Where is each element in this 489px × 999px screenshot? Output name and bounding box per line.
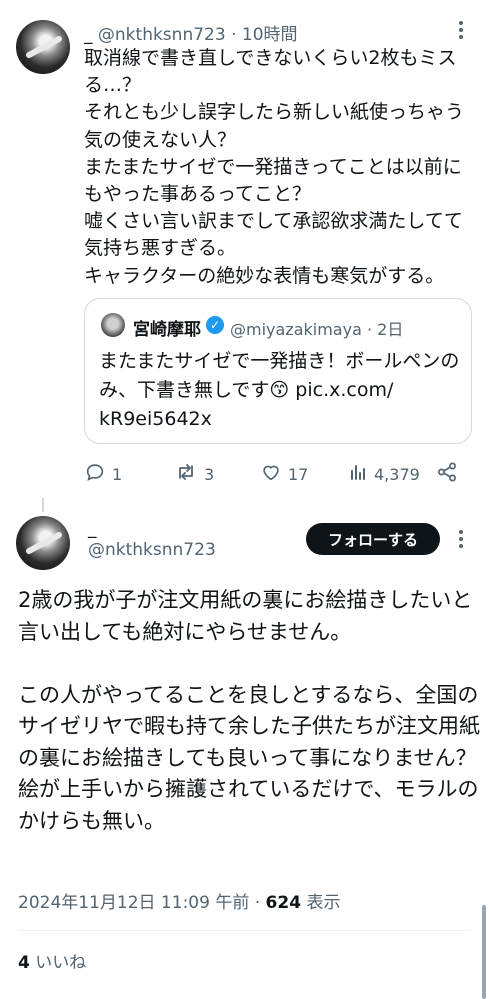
reply-count: 1 [112,464,123,484]
tweet-actions: 1 3 17 4,379 [84,460,464,488]
handle[interactable]: @nkthksnn723 [98,25,226,45]
more-options-icon[interactable] [451,529,471,549]
views-count: 4,379 [374,464,420,484]
reply-button[interactable]: 1 [84,460,122,488]
reply-icon [84,461,106,487]
likes-label: いいね [35,953,87,973]
views-button[interactable]: 4,379 [348,460,420,488]
like-count: 17 [288,464,309,484]
views-label: 表示 [306,893,341,913]
likes-stat[interactable]: 4 いいね [18,948,86,973]
likes-count: 4 [18,953,30,973]
scrollbar[interactable] [482,905,486,999]
more-options-icon[interactable] [451,20,471,40]
tweet-text: 取消線で書き直しできないくらい2枚もミスる…？ それとも少し誤字したら新しい紙使… [84,47,465,287]
avatar[interactable] [16,20,70,74]
quoted-display-name: 宮崎摩耶 [133,320,201,340]
quoted-avatar [101,313,125,337]
display-name[interactable]: _ [88,519,97,539]
like-button[interactable]: 17 [260,460,308,488]
share-button[interactable] [436,460,458,488]
views-count: 624 [265,893,302,913]
avatar[interactable] [16,516,70,570]
tweet-header: _ @nkthksnn723 · 10時間 [84,25,298,45]
tweet-meta: 2024年11月12日 11:09 午前 · 624 表示 [18,893,341,913]
share-icon [436,461,458,487]
quoted-tweet[interactable]: 宮崎摩耶 ✓ @miyazakimaya · 2日 またまたサイゼで一発描き！ボ… [84,298,472,444]
handle[interactable]: @nkthksnn723 [88,540,216,560]
thread-connector [42,498,44,512]
quoted-text: またまたサイゼで一発描き！ボールペンのみ、下書き無しです😙 pic.x.com/… [99,350,460,430]
repost-count: 3 [204,464,215,484]
repost-button[interactable]: 3 [174,460,214,488]
divider [18,930,471,931]
tweet-text: 2歳の我が子が注文用紙の裏にお絵描きしたいと言い出しても絶対にやらせません。 こ… [18,588,480,833]
display-name[interactable]: _ [84,25,93,45]
quoted-handle-time: @miyazakimaya · 2日 [230,320,404,339]
timestamp[interactable]: 10時間 [242,25,298,45]
views-icon [348,462,368,486]
verified-badge-icon: ✓ [206,316,224,334]
tweet-timestamp[interactable]: 2024年11月12日 11:09 午前 [18,893,249,913]
follow-button[interactable]: フォローする [306,523,440,555]
repost-icon [174,461,198,487]
heart-icon [260,461,282,487]
